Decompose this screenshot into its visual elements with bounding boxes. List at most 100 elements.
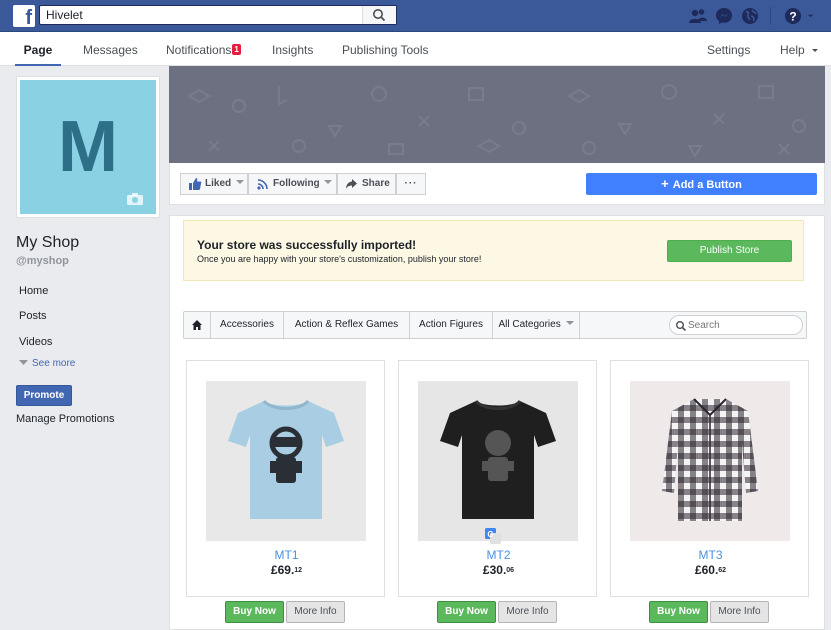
product-price: £60.62	[611, 563, 810, 577]
category-action-figures[interactable]: Action Figures	[410, 312, 493, 338]
dropdown-icon[interactable]	[807, 6, 819, 26]
publish-store-button[interactable]: Publish Store	[667, 240, 792, 262]
import-success-notice: Your store was successfully imported! On…	[183, 220, 804, 281]
buy-now-button[interactable]: Buy Now	[225, 601, 284, 623]
tab-page[interactable]: Page	[15, 32, 61, 66]
product-name[interactable]: MT2	[399, 548, 598, 562]
price-main: £60.	[694, 563, 719, 577]
chevron-down-icon	[565, 321, 574, 325]
liked-label: Liked	[205, 178, 232, 189]
page-nav-bar: Page Messages Notifications 1 Insights Pu…	[0, 32, 831, 66]
buy-now-button[interactable]: Buy Now	[437, 601, 496, 623]
following-label: Following	[273, 178, 320, 189]
manage-promotions-link[interactable]: Manage Promotions	[16, 413, 114, 425]
home-icon	[192, 320, 202, 330]
svg-text:?: ?	[789, 10, 796, 24]
sidebar-item-posts[interactable]: Posts	[19, 310, 47, 322]
product-name[interactable]: MT1	[187, 548, 386, 562]
friends-icon[interactable]	[688, 6, 708, 26]
product-card[interactable]: G MT2 £30.06	[398, 360, 597, 597]
all-categories-label: All Categories	[498, 319, 561, 330]
more-info-button[interactable]: More Info	[286, 601, 345, 623]
add-a-button[interactable]: + Add a Button	[586, 173, 817, 195]
facebook-logo-icon[interactable]: f	[13, 5, 35, 27]
promote-button[interactable]: Promote	[16, 385, 72, 406]
chevron-down-icon	[19, 360, 28, 365]
category-all-categories[interactable]: All Categories	[493, 312, 580, 338]
top-icons: ?	[682, 6, 819, 26]
price-main: £69.	[270, 563, 295, 577]
tab-insights[interactable]: Insights	[272, 32, 313, 66]
home-category-button[interactable]	[184, 312, 211, 338]
more-info-button[interactable]: More Info	[710, 601, 769, 623]
share-button[interactable]: Share	[337, 173, 396, 195]
price-cents: 62	[718, 567, 727, 574]
rss-icon	[257, 179, 268, 190]
messenger-icon[interactable]	[714, 6, 734, 26]
more-options-button[interactable]: ···	[396, 173, 426, 195]
add-button-label: Add a Button	[672, 179, 742, 191]
category-bar: Accessories Action & Reflex Games Action…	[183, 311, 807, 339]
see-more-link[interactable]: See more	[19, 358, 75, 369]
category-action-reflex-games[interactable]: Action & Reflex Games	[284, 312, 410, 338]
liked-button[interactable]: Liked	[180, 173, 248, 195]
light-blue-tshirt-image	[228, 399, 344, 519]
top-separator	[770, 7, 771, 25]
product-image[interactable]	[418, 381, 578, 541]
help-dropdown-icon	[812, 49, 819, 52]
tab-notifications[interactable]: Notifications 1	[166, 32, 241, 66]
top-bar: f ?	[0, 0, 831, 32]
svg-text:G: G	[487, 530, 493, 539]
profile-letter: M	[58, 107, 118, 187]
search-box[interactable]	[39, 5, 397, 25]
product-image[interactable]	[630, 381, 790, 541]
help-icon[interactable]: ?	[783, 6, 803, 26]
chevron-down-icon	[324, 180, 333, 184]
shop-search-input[interactable]	[688, 316, 798, 334]
category-accessories[interactable]: Accessories	[211, 312, 284, 338]
tab-messages[interactable]: Messages	[83, 32, 138, 66]
cover-pattern	[187, 84, 806, 158]
sidebar-item-home[interactable]: Home	[19, 285, 48, 297]
search-input[interactable]	[40, 6, 360, 24]
left-sidebar: M My Shop @myshop Home Posts Videos See …	[0, 66, 168, 630]
camera-icon[interactable]	[126, 192, 144, 206]
share-label: Share	[362, 178, 390, 189]
share-icon	[346, 179, 357, 189]
page-action-bar: Liked Following Share ··· + Add a Button	[169, 163, 825, 205]
sidebar-item-videos[interactable]: Videos	[19, 336, 52, 348]
product-price: £69.12	[187, 563, 386, 577]
product-price: £30.06	[399, 563, 598, 577]
buy-now-button[interactable]: Buy Now	[649, 601, 708, 623]
page-handle[interactable]: @myshop	[16, 255, 69, 267]
profile-picture[interactable]: M	[16, 76, 160, 218]
tab-help[interactable]: Help	[780, 32, 819, 66]
tab-settings[interactable]: Settings	[707, 32, 750, 66]
search-button[interactable]	[362, 6, 396, 24]
translate-icon[interactable]: G	[485, 528, 501, 544]
tab-help-label: Help	[780, 43, 805, 57]
page-title[interactable]: My Shop	[16, 234, 79, 252]
product-card[interactable]: MT1 £69.12	[186, 360, 385, 597]
tab-publishing-tools[interactable]: Publishing Tools	[342, 32, 429, 66]
see-more-label: See more	[32, 358, 76, 369]
profile-picture-image: M	[20, 80, 156, 214]
search-icon	[676, 321, 687, 332]
shop-search-box[interactable]	[669, 315, 803, 335]
more-info-button[interactable]: More Info	[498, 601, 557, 623]
price-cents: 12	[294, 567, 303, 574]
tab-notifications-label: Notifications	[166, 43, 232, 57]
thumbs-up-icon	[189, 178, 202, 190]
notice-text: Once you are happy with your store's cus…	[197, 254, 482, 264]
notification-count-badge: 1	[232, 44, 241, 55]
plaid-shirt-image	[662, 398, 758, 521]
product-name[interactable]: MT3	[611, 548, 810, 562]
globe-icon[interactable]	[740, 6, 760, 26]
cover-photo[interactable]	[169, 66, 825, 163]
black-tshirt-image	[440, 399, 556, 519]
plus-icon: +	[661, 176, 669, 191]
product-image[interactable]	[206, 381, 366, 541]
following-button[interactable]: Following	[248, 173, 337, 195]
chevron-down-icon	[235, 180, 244, 184]
product-card[interactable]: MT3 £60.62	[610, 360, 809, 597]
